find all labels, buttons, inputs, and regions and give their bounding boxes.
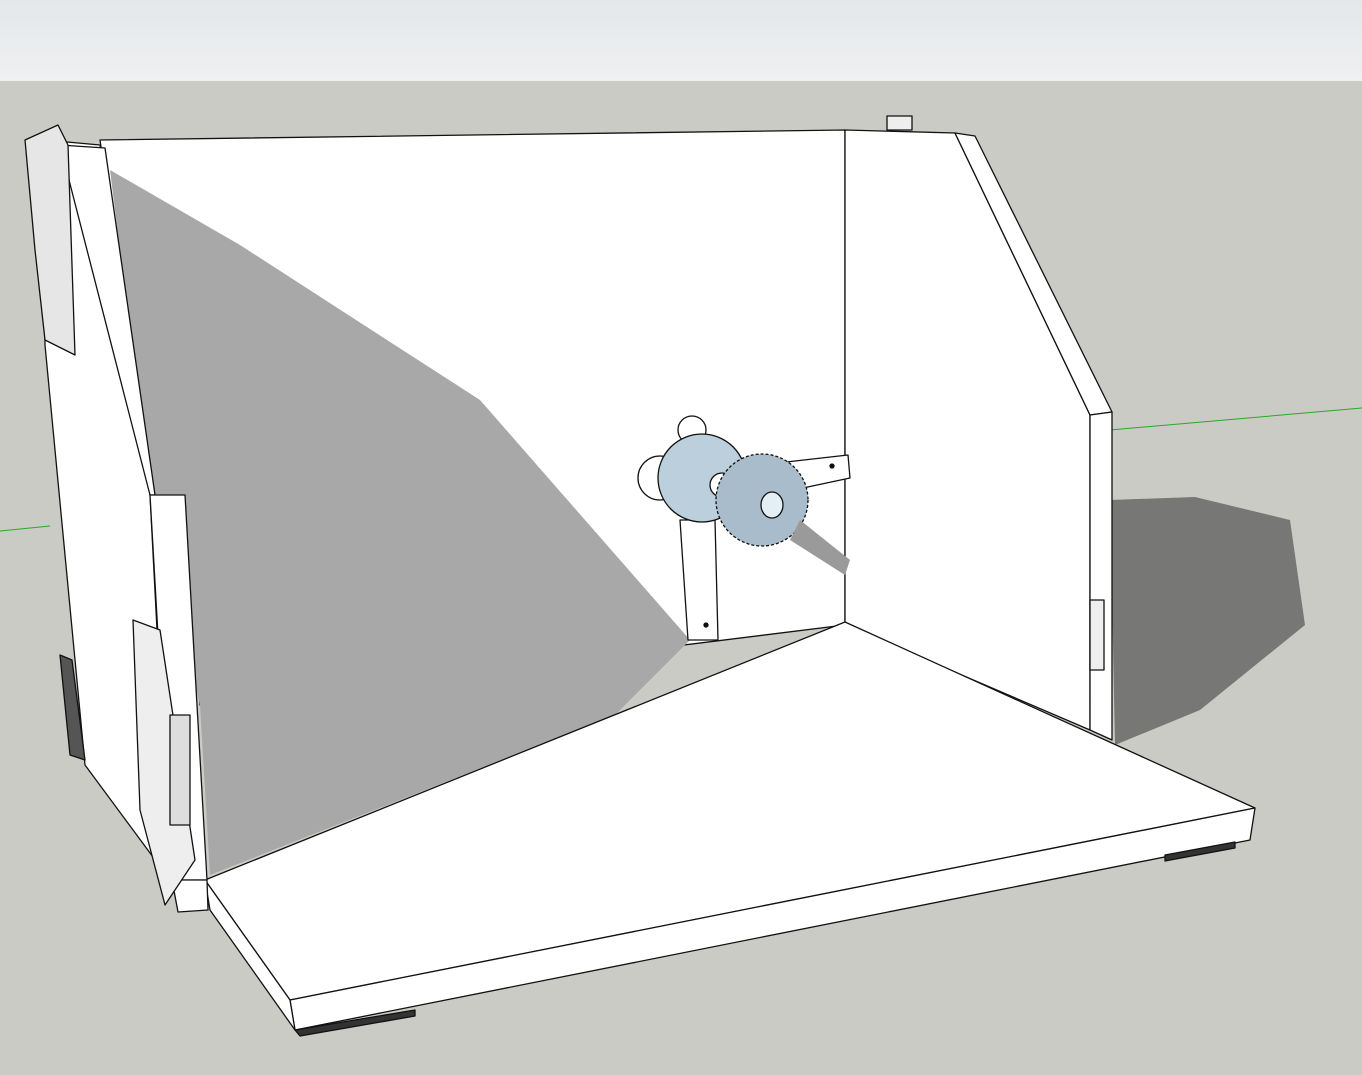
top-clip <box>886 115 913 131</box>
model-scene[interactable] <box>0 81 1362 1075</box>
axle-icon <box>760 491 784 519</box>
3d-viewport[interactable] <box>0 81 1362 1075</box>
handle-icon <box>169 714 191 826</box>
screw-hole <box>703 622 709 628</box>
screw-hole <box>829 463 835 469</box>
right-latch-icon <box>1089 599 1105 671</box>
toolbar-area <box>0 0 1362 81</box>
right-wall-front <box>1089 411 1113 741</box>
